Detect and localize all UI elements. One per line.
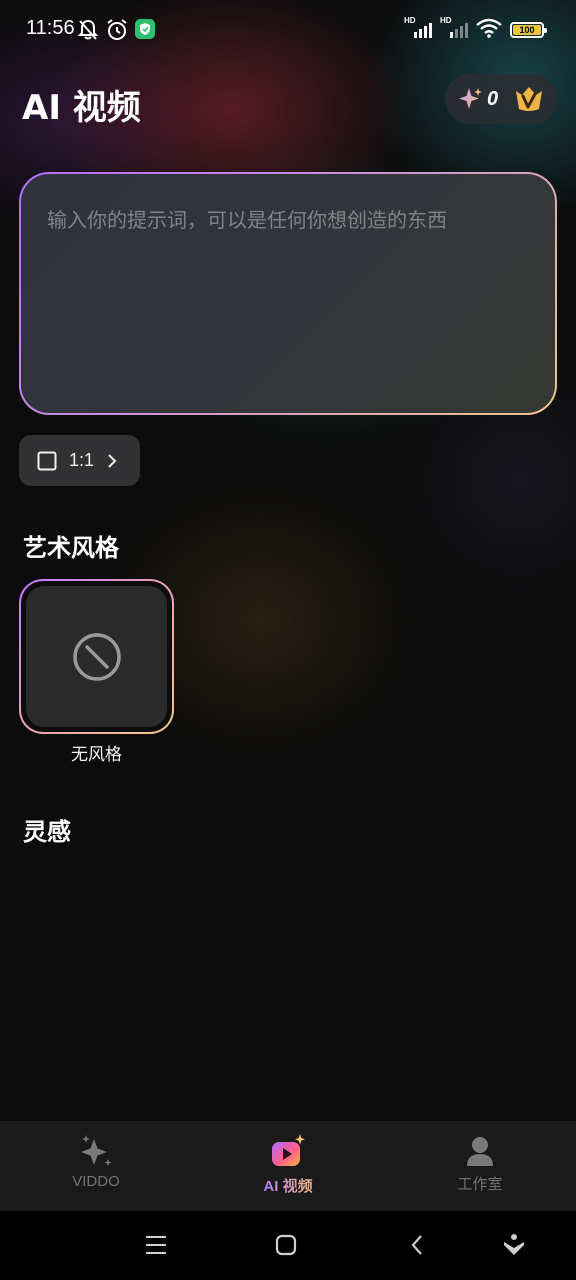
- aspect-ratio-label: 1:1: [69, 450, 95, 470]
- system-nav-bar: [0, 1211, 576, 1280]
- status-right: HD HD 100: [404, 16, 547, 38]
- shield-app-icon: [135, 19, 155, 39]
- prompt-inner: [21, 174, 555, 413]
- style-card-border: [21, 581, 172, 732]
- tab-ai-video-label: AI 视频: [263, 1175, 312, 1196]
- signal-icon: HD: [440, 16, 468, 38]
- no-style-icon: [72, 632, 121, 681]
- credits-button[interactable]: 0: [445, 74, 557, 124]
- tab-ai-video[interactable]: AI 视频: [192, 1121, 384, 1211]
- vip-crown-icon: [516, 87, 542, 111]
- battery-icon: 100: [510, 22, 547, 38]
- tab-viddo[interactable]: VIDDO: [0, 1121, 192, 1211]
- chevron-right-icon: [108, 453, 117, 468]
- art-style-title: 艺术风格: [23, 534, 119, 562]
- user-icon: [467, 1137, 493, 1166]
- style-card-face: [26, 586, 167, 727]
- status-bar: 11:56 HD HD 100: [0, 0, 576, 60]
- page-title: AI 视频: [22, 88, 141, 128]
- tab-studio-label: 工作室: [457, 1176, 503, 1193]
- home-icon[interactable]: [275, 1233, 297, 1257]
- aspect-ratio-button[interactable]: 1:1: [19, 435, 140, 486]
- bell-off-icon: [78, 19, 98, 40]
- square-icon: [37, 451, 57, 470]
- back-icon[interactable]: [408, 1233, 426, 1257]
- signal-icon: HD: [404, 16, 432, 38]
- assistant-icon[interactable]: [503, 1233, 525, 1257]
- inspiration-title: 灵感: [23, 818, 71, 846]
- status-time: 11:56: [26, 17, 75, 39]
- menu-icon[interactable]: [145, 1233, 167, 1257]
- style-option-label: 无风格: [71, 745, 122, 765]
- wifi-icon: [476, 18, 502, 38]
- tab-studio[interactable]: 工作室: [384, 1121, 576, 1211]
- sparkle-credit-icon: [459, 88, 482, 109]
- ai-video-icon: [272, 1134, 305, 1166]
- prompt-input[interactable]: [47, 204, 529, 383]
- tab-viddo-label: VIDDO: [72, 1173, 120, 1190]
- bottom-nav: VIDDO AI 视频 工作室: [0, 1121, 576, 1211]
- battery-level: 100: [513, 25, 541, 35]
- style-option-none[interactable]: [19, 579, 174, 734]
- prompt-box: [19, 172, 557, 415]
- alarm-icon: [107, 19, 127, 40]
- credits-count: 0: [487, 87, 499, 110]
- sparkle-icon: [81, 1135, 112, 1166]
